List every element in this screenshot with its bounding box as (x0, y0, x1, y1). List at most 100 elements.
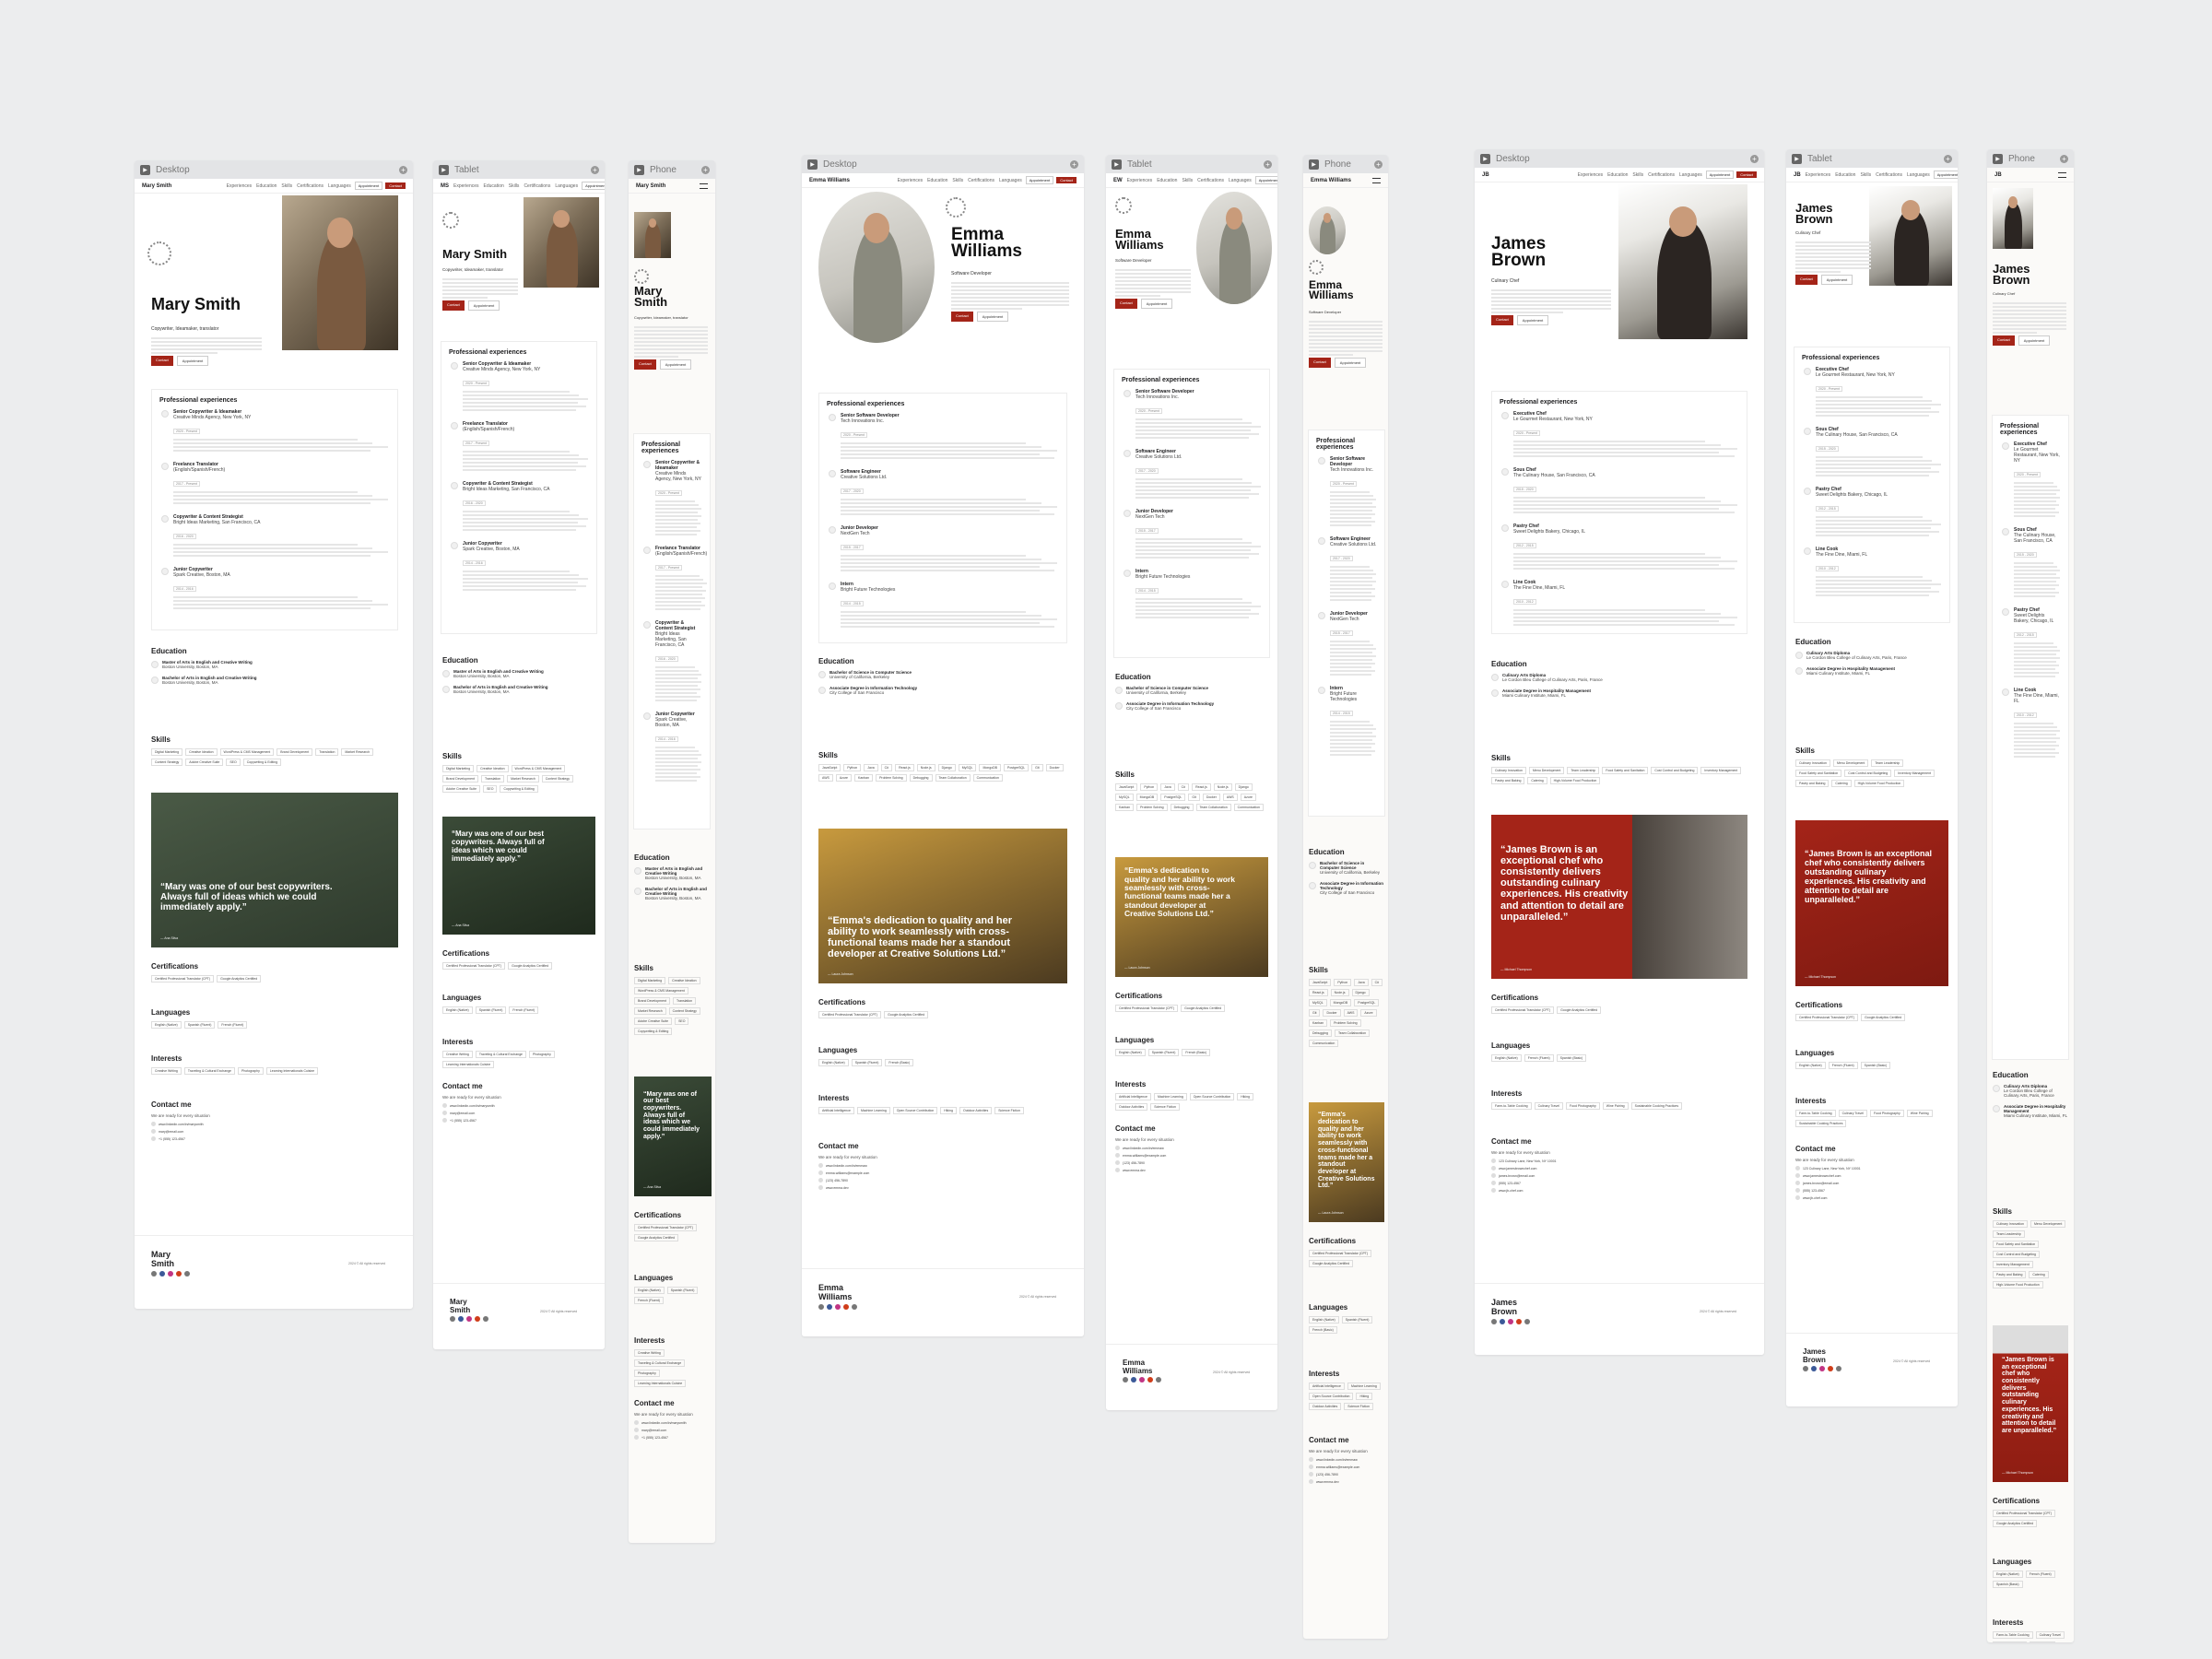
nav-appointment-button[interactable]: Appointment (1254, 176, 1277, 184)
add-icon[interactable]: + (1750, 154, 1759, 163)
instagram-icon[interactable] (1508, 1318, 1513, 1324)
hero-appointment-button[interactable]: Appointment (1820, 275, 1853, 285)
hero-appointment-button[interactable]: Appointment (1516, 315, 1549, 325)
hero-appointment-button[interactable]: Appointment (467, 300, 500, 311)
contact-item[interactable]: mary@email.com (634, 1428, 712, 1432)
contact-item[interactable]: (123) 456-7890 (1115, 1160, 1268, 1165)
contact-item[interactable]: www.emma.dev (1309, 1479, 1384, 1484)
facebook-icon[interactable] (458, 1316, 464, 1323)
add-icon[interactable]: + (1264, 159, 1272, 169)
nav-logo[interactable]: MS (441, 183, 449, 189)
nav-link-experiences[interactable]: Experiences (227, 183, 253, 189)
nav-contact-button[interactable]: Contact (1056, 177, 1077, 183)
nav-link-certifications[interactable]: Certifications (968, 178, 994, 183)
hero-appointment-button[interactable]: Appointment (1140, 299, 1173, 309)
github-icon[interactable] (852, 1303, 857, 1310)
instagram-icon[interactable] (835, 1303, 841, 1310)
contact-item[interactable]: www.jb-chef.com (1491, 1188, 1747, 1193)
hero-contact-button[interactable]: Contact (1491, 315, 1513, 325)
nav-logo[interactable]: Mary Smith (636, 183, 700, 189)
nav-appointment-button[interactable]: Appointment (1933, 171, 1958, 179)
nav-logo[interactable]: EW (1113, 178, 1123, 183)
facebook-icon[interactable] (1811, 1366, 1817, 1372)
contact-item[interactable]: www.linkedin.com/in/marysmith (442, 1103, 595, 1108)
add-icon[interactable]: + (399, 165, 407, 174)
hero-contact-button[interactable]: Contact (151, 356, 173, 366)
nav-link-certifications[interactable]: Certifications (1648, 172, 1675, 178)
contact-item[interactable]: mary@email.com (151, 1129, 398, 1134)
linkedin-icon[interactable] (151, 1270, 157, 1277)
nav-link-languages[interactable]: Languages (1907, 172, 1930, 178)
add-icon[interactable]: + (1374, 159, 1382, 169)
dribbble-icon[interactable] (176, 1270, 182, 1277)
nav-link-experiences[interactable]: Experiences (1578, 172, 1604, 178)
hero-appointment-button[interactable]: Appointment (976, 312, 1009, 322)
contact-item[interactable]: www.jamesbrownchef.com (1491, 1166, 1747, 1171)
contact-item[interactable]: www.linkedin.com/in/emmaw (1309, 1457, 1384, 1462)
contact-item[interactable]: 123 Culinary Lane, New York, NY 10001 (1795, 1166, 1948, 1171)
contact-item[interactable]: www.jb-chef.com (1795, 1195, 1948, 1200)
nav-link-experiences[interactable]: Experiences (453, 183, 479, 189)
hero-contact-button[interactable]: Contact (1993, 335, 2015, 346)
nav-link-education[interactable]: Education (1835, 172, 1855, 178)
nav-link-certifications[interactable]: Certifications (524, 183, 550, 189)
dribbble-icon[interactable] (475, 1316, 480, 1323)
contact-item[interactable]: www.linkedin.com/in/emmaw (1115, 1146, 1268, 1150)
nav-link-education[interactable]: Education (1157, 178, 1177, 183)
nav-link-skills[interactable]: Skills (509, 183, 520, 189)
nav-link-experiences[interactable]: Experiences (1127, 178, 1153, 183)
contact-item[interactable]: www.emma.dev (1115, 1168, 1268, 1172)
contact-item[interactable]: mary@email.com (442, 1111, 595, 1115)
facebook-icon[interactable] (1500, 1318, 1505, 1324)
github-icon[interactable] (1836, 1366, 1841, 1372)
nav-appointment-button[interactable]: Appointment (1025, 176, 1054, 184)
nav-link-languages[interactable]: Languages (328, 183, 351, 189)
contact-item[interactable]: (123) 456-7890 (818, 1178, 1067, 1182)
contact-item[interactable]: emma.williams@example.com (818, 1171, 1067, 1175)
contact-item[interactable]: www.emma.dev (818, 1185, 1067, 1190)
nav-appointment-button[interactable]: Appointment (582, 182, 605, 190)
contact-item[interactable]: emma.williams@example.com (1309, 1465, 1384, 1469)
nav-link-certifications[interactable]: Certifications (297, 183, 324, 189)
linkedin-icon[interactable] (1491, 1318, 1497, 1324)
nav-link-certifications[interactable]: Certifications (1876, 172, 1902, 178)
nav-link-skills[interactable]: Skills (1632, 172, 1643, 178)
hero-appointment-button[interactable]: Appointment (176, 356, 209, 366)
contact-item[interactable]: 123 Culinary Lane, New York, NY 10001 (1491, 1159, 1747, 1163)
nav-link-education[interactable]: Education (1607, 172, 1628, 178)
nav-link-skills[interactable]: Skills (281, 183, 292, 189)
contact-item[interactable]: www.linkedin.com/in/emmaw (818, 1163, 1067, 1168)
nav-link-experiences[interactable]: Experiences (898, 178, 924, 183)
hero-contact-button[interactable]: Contact (1309, 358, 1331, 368)
dribbble-icon[interactable] (1147, 1377, 1153, 1383)
nav-logo[interactable]: Emma Williams (809, 178, 893, 183)
hero-appointment-button[interactable]: Appointment (1334, 358, 1367, 368)
contact-item[interactable]: www.linkedin.com/in/marysmith (634, 1420, 712, 1425)
nav-link-education[interactable]: Education (927, 178, 947, 183)
add-icon[interactable]: + (2060, 154, 2068, 163)
github-icon[interactable] (184, 1270, 190, 1277)
facebook-icon[interactable] (159, 1270, 165, 1277)
contact-item[interactable]: www.jamesbrownchef.com (1795, 1173, 1948, 1178)
contact-item[interactable]: +1 (555) 123-4567 (634, 1435, 712, 1440)
contact-item[interactable]: (555) 123-4567 (1491, 1181, 1747, 1185)
add-icon[interactable]: + (591, 165, 599, 174)
nav-link-education[interactable]: Education (484, 183, 504, 189)
menu-icon[interactable] (1372, 177, 1381, 183)
nav-link-education[interactable]: Education (256, 183, 276, 189)
hero-contact-button[interactable]: Contact (442, 300, 465, 311)
instagram-icon[interactable] (1139, 1377, 1145, 1383)
hero-appointment-button[interactable]: Appointment (659, 359, 692, 370)
nav-link-experiences[interactable]: Experiences (1806, 172, 1831, 178)
linkedin-icon[interactable] (1123, 1377, 1128, 1383)
contact-item[interactable]: www.linkedin.com/in/marysmith (151, 1122, 398, 1126)
github-icon[interactable] (1524, 1318, 1530, 1324)
linkedin-icon[interactable] (818, 1303, 824, 1310)
nav-logo[interactable]: Emma Williams (1311, 178, 1372, 183)
hero-contact-button[interactable]: Contact (1115, 299, 1137, 309)
facebook-icon[interactable] (827, 1303, 832, 1310)
contact-item[interactable]: +1 (555) 123-4567 (442, 1118, 595, 1123)
add-icon[interactable]: + (1070, 159, 1078, 169)
nav-link-languages[interactable]: Languages (555, 183, 578, 189)
nav-contact-button[interactable]: Contact (1736, 171, 1757, 178)
